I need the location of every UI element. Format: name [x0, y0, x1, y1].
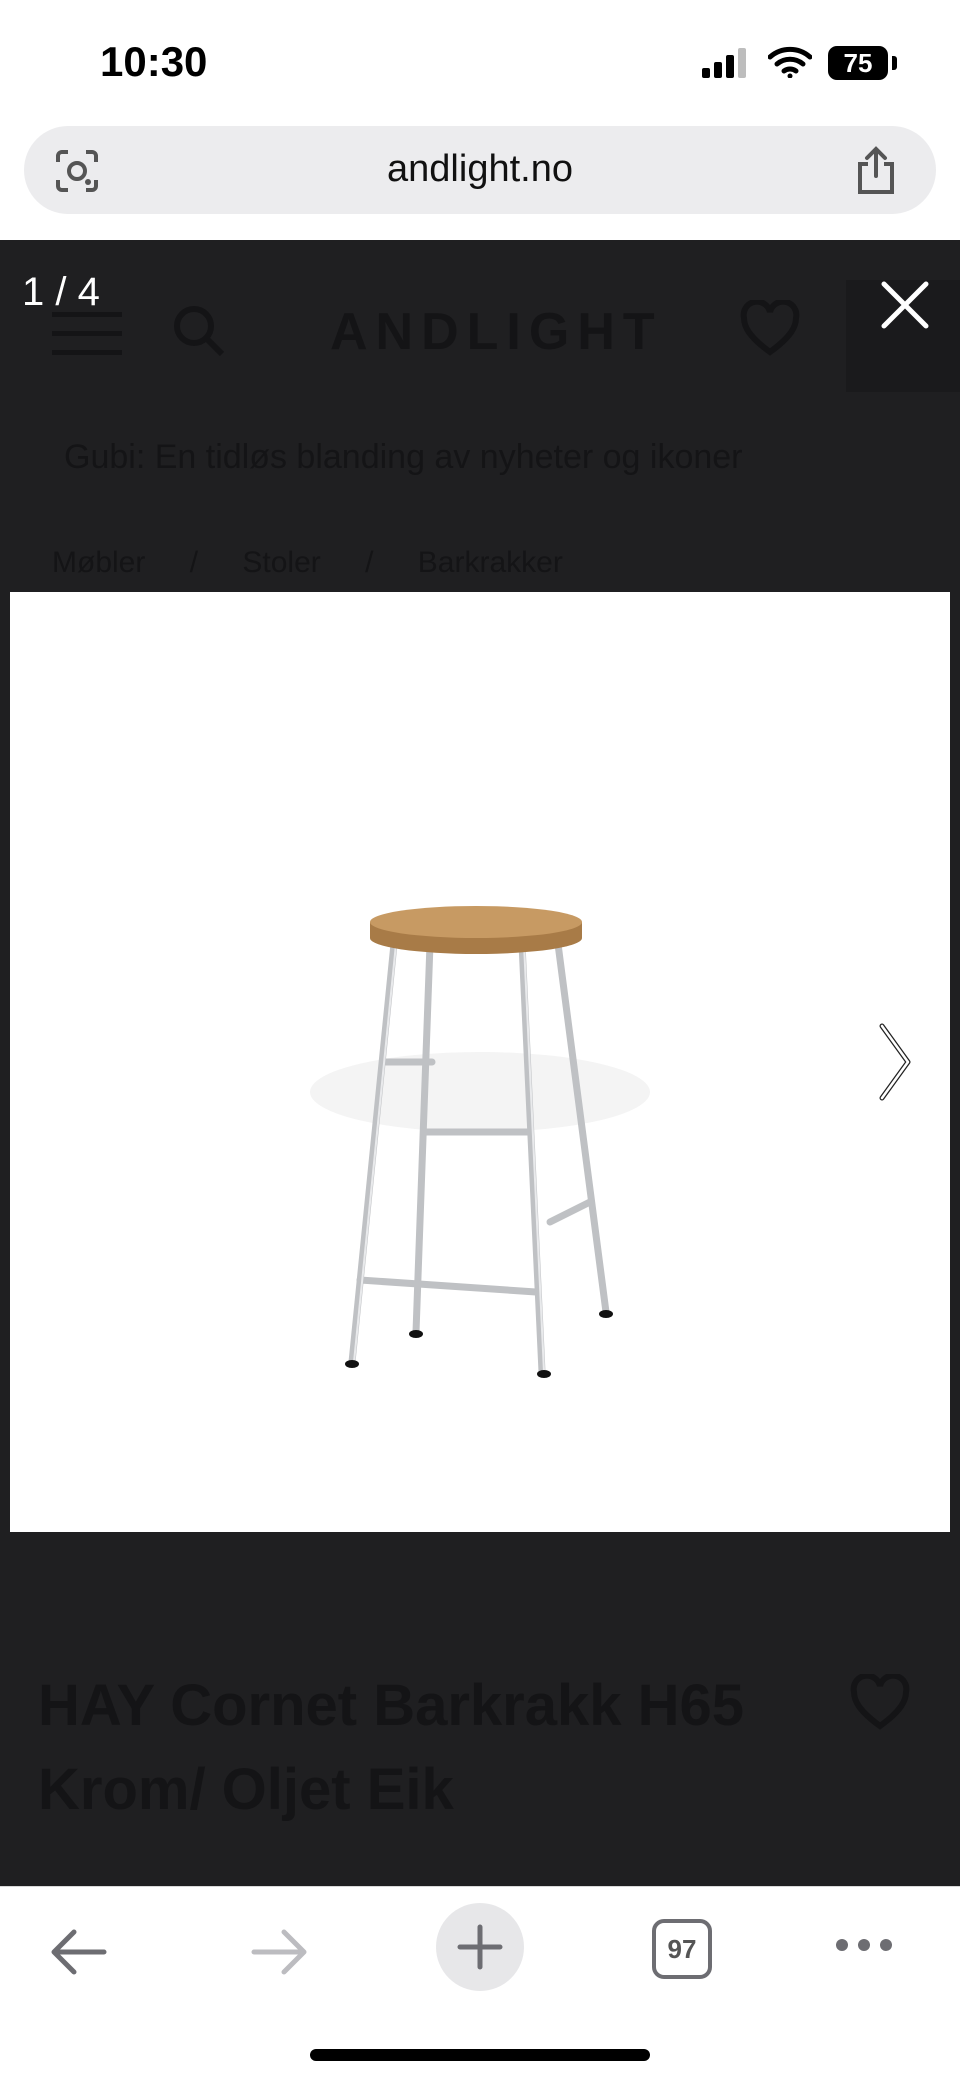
breadcrumb-separator: /: [189, 546, 199, 579]
address-bar[interactable]: andlight.no: [24, 126, 936, 214]
breadcrumb-item: Stoler: [242, 546, 321, 579]
background-product-title-2: Krom/ Oljet Eik: [38, 1757, 454, 1822]
breadcrumb-separator: /: [365, 546, 374, 579]
close-icon[interactable]: [870, 270, 940, 340]
breadcrumb-item: Møbler: [52, 546, 146, 579]
home-indicator: [310, 2049, 650, 2061]
background-search-icon: [174, 306, 225, 357]
share-icon[interactable]: [854, 146, 898, 196]
clock: 10:30: [100, 38, 208, 85]
battery-indicator: 75: [828, 46, 888, 80]
tab-switcher-button[interactable]: 97: [652, 1919, 712, 1979]
image-counter: 1 / 4: [22, 270, 100, 314]
battery-cap: [892, 56, 897, 70]
background-breadcrumb: Møbler / Stoler / Barkrakker: [52, 546, 563, 580]
status-bar: 10:30 75: [0, 0, 960, 120]
breadcrumb-item: Barkrakker: [417, 546, 563, 579]
background-hamburger-icon: [52, 312, 122, 361]
signal-icon: [702, 48, 746, 78]
wifi-icon: [768, 46, 812, 78]
background-logo: ANDLIGHT: [330, 303, 663, 361]
background-heart-icon: [740, 300, 800, 356]
url-text[interactable]: andlight.no: [24, 148, 936, 191]
plus-icon: [457, 1924, 503, 1970]
background-product-title-1: HAY Cornet Barkrakk H65: [38, 1673, 745, 1738]
background-heart-icon: [850, 1674, 910, 1730]
bar-stool-image: [310, 906, 650, 1378]
more-dots-icon[interactable]: [834, 1937, 894, 1953]
browser-bottom-toolbar: 97: [0, 1886, 960, 2079]
back-arrow-icon[interactable]: [48, 1927, 108, 1977]
background-banner: Gubi: En tidløs blanding av nyheter og i…: [64, 438, 743, 476]
image-lightbox: ANDLIGHT Gubi: En tidløs blanding av nyh…: [0, 240, 960, 1886]
chevron-left-icon[interactable]: [40, 1020, 84, 1104]
browser-toolbar: andlight.no: [0, 120, 960, 240]
product-image[interactable]: [10, 592, 950, 1532]
new-tab-button[interactable]: [436, 1903, 524, 1991]
forward-arrow-icon[interactable]: [250, 1927, 310, 1977]
chevron-right-icon[interactable]: [872, 1020, 916, 1104]
